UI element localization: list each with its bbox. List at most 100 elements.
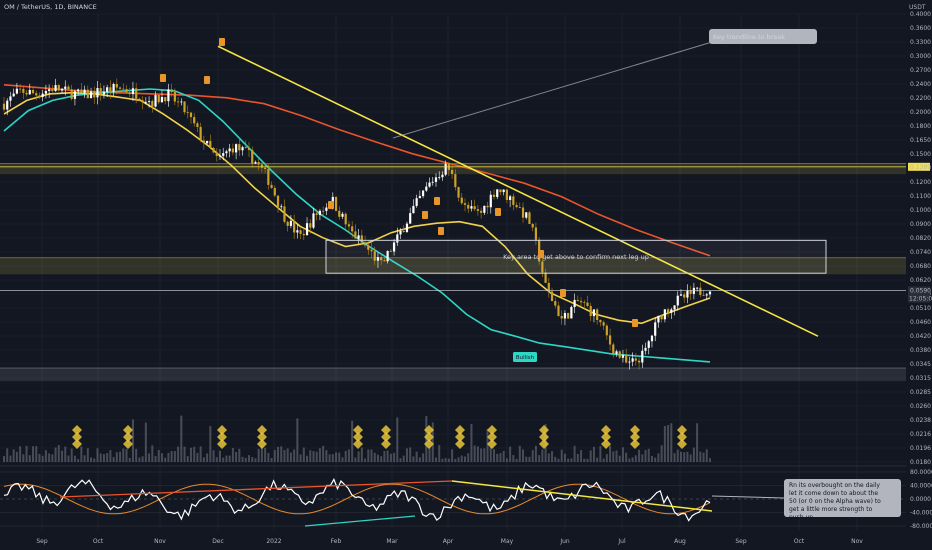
candle-body xyxy=(531,223,534,228)
candle-body xyxy=(657,315,660,323)
candle-body xyxy=(302,233,305,236)
candle-body xyxy=(251,149,254,164)
volume-bar xyxy=(525,456,528,462)
price-tick-label: 0.0420 xyxy=(910,333,931,340)
volume-bar xyxy=(148,453,151,462)
candle-body xyxy=(480,210,483,213)
candle-body xyxy=(131,88,135,95)
candle-body xyxy=(605,325,608,336)
volume-bar xyxy=(428,446,431,462)
volume-bar xyxy=(96,448,99,462)
candle-body xyxy=(441,174,444,178)
price-tick-label: 0.2400 xyxy=(910,81,931,88)
time-tick-label: 2022 xyxy=(266,538,281,545)
volume-bar xyxy=(451,449,454,462)
candle-body xyxy=(341,213,344,217)
time-tick-label: Dec xyxy=(212,538,224,545)
candle-body xyxy=(228,148,231,152)
time-tick-label: Sep xyxy=(735,538,747,545)
candle-body xyxy=(351,226,354,232)
volume-bar xyxy=(257,448,260,462)
volume-bar xyxy=(164,457,167,462)
candle-body xyxy=(257,162,260,165)
volume-bar xyxy=(602,458,605,462)
candle-body xyxy=(338,210,341,217)
candle-body xyxy=(686,290,689,298)
volume-bar xyxy=(460,455,463,462)
volume-bar xyxy=(576,453,579,462)
volume-bar xyxy=(551,451,554,462)
volume-bar xyxy=(177,446,180,462)
candle-body xyxy=(489,194,492,208)
price-tick-label: 0.0216 xyxy=(910,431,931,438)
candle-body xyxy=(573,299,576,307)
volume-bar xyxy=(48,453,51,462)
volume-bar xyxy=(186,456,189,462)
candle-body xyxy=(141,100,144,103)
volume-bar xyxy=(393,452,396,462)
volume-bar xyxy=(306,455,309,462)
candle-body xyxy=(666,309,670,313)
symbol-title: OM / TetherUS, 1D, BINANCE xyxy=(4,3,97,11)
candle-body xyxy=(260,164,263,168)
volume-bar xyxy=(77,458,80,462)
volume-bar xyxy=(473,445,476,462)
volume-bar xyxy=(64,446,67,462)
volume-bar xyxy=(560,449,563,462)
price-chart[interactable]: Key area to get above to confirm next le… xyxy=(0,0,932,550)
candle-body xyxy=(586,302,589,306)
candle-body xyxy=(592,309,596,317)
candle-body xyxy=(621,355,625,358)
signal-marker xyxy=(204,76,210,84)
volume-bar xyxy=(573,445,576,462)
candle-body xyxy=(476,209,479,211)
price-tick-label: 0.1000 xyxy=(910,207,931,214)
volume-bar xyxy=(122,448,125,462)
candle-body xyxy=(625,355,628,363)
volume-bar xyxy=(418,457,421,462)
volume-bar xyxy=(248,455,251,462)
signal-marker xyxy=(160,74,166,82)
price-tick-label: 0.3000 xyxy=(910,53,931,60)
volume-bar xyxy=(667,425,670,462)
candle-body xyxy=(125,88,128,93)
candle-body xyxy=(154,95,157,107)
price-tick-label: 0.1500 xyxy=(910,151,931,158)
volume-bar xyxy=(167,452,170,462)
volume-bar xyxy=(554,456,557,462)
volume-bar xyxy=(534,445,537,462)
volume-bar xyxy=(538,455,541,462)
candle-body xyxy=(235,144,238,153)
price-tick-label: 0.0315 xyxy=(910,375,931,382)
volume-bar xyxy=(22,454,25,462)
candle-body xyxy=(505,189,509,201)
volume-bar xyxy=(109,450,112,462)
candle-body xyxy=(202,140,205,144)
candle-body xyxy=(412,205,415,214)
candle-body xyxy=(109,87,112,92)
candle-body xyxy=(28,89,31,95)
candle-body xyxy=(170,89,173,93)
volume-bar xyxy=(570,458,573,462)
price-tick-label: 0.0510 xyxy=(910,305,931,312)
volume-bar xyxy=(409,447,412,462)
time-tick-label: Nov xyxy=(154,538,166,545)
candle-body xyxy=(312,213,315,228)
candle-body xyxy=(315,213,318,215)
candle-body xyxy=(77,89,80,92)
volume-bar xyxy=(299,454,302,462)
candle-body xyxy=(608,335,612,345)
volume-bar xyxy=(170,450,173,462)
candle-body xyxy=(205,140,209,144)
key-area-label: Key area to get above to confirm next le… xyxy=(503,253,649,261)
volume-bar xyxy=(522,449,525,462)
volume-bar xyxy=(528,456,531,462)
volume-bar xyxy=(267,452,270,462)
candle-body xyxy=(534,227,538,240)
volume-bar xyxy=(138,457,141,462)
time-tick-label: Sep xyxy=(36,538,48,545)
price-tick-label: 0.0238 xyxy=(910,417,931,424)
candle-body xyxy=(215,152,218,157)
osc-callout-text: 50 (or 0 on the Alpha wave) to xyxy=(789,498,881,505)
volume-bar xyxy=(583,458,586,462)
